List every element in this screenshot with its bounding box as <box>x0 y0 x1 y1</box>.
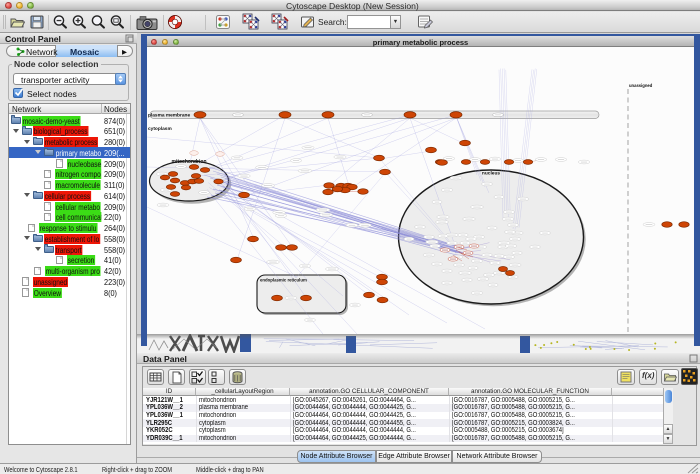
svg-text:unassigned: unassigned <box>629 83 653 88</box>
svg-text:endoplasmic reticulum: endoplasmic reticulum <box>260 278 307 283</box>
svg-text:cytoplasm: cytoplasm <box>148 126 172 132</box>
svg-text:nucleus: nucleus <box>482 171 500 177</box>
svg-text:mitochondrion: mitochondrion <box>172 159 207 165</box>
svg-text:plasma membrane: plasma membrane <box>148 113 190 119</box>
